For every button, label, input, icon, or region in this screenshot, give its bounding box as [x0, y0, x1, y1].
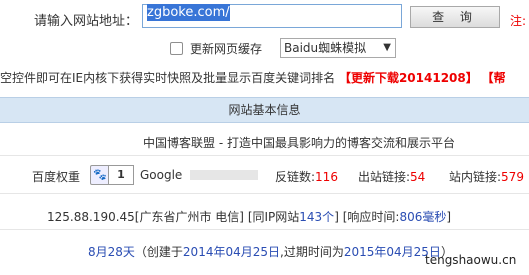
ip-info: 125.88.190.45[广东省广州市 电信] [同IP网站143个] [响应… [47, 208, 451, 225]
watermark: tengshaowu.cn [425, 253, 517, 267]
help-link[interactable]: 【帮 [482, 71, 506, 85]
site-title: 中国博客联盟 - 打造中国最具影响力的博客交流和展示平台 [143, 136, 455, 150]
backlinks: 反链数:116 [275, 168, 338, 185]
google-label: Google [140, 168, 183, 182]
url-input-value: zgboke.com/ [147, 4, 230, 21]
google-pr-bar [190, 170, 258, 180]
section-header: 网站基本信息 [0, 97, 529, 123]
baidu-weight-label: 百度权重 [32, 170, 81, 184]
url-input[interactable]: zgboke.com/ [142, 4, 402, 28]
domain-created-date: 2014年04月25日 [182, 245, 281, 259]
same-ip-count[interactable]: 143个 [299, 210, 334, 224]
response-suffix: ] [446, 210, 452, 224]
ip-address: 125.88.190.45 [47, 210, 135, 224]
query-button[interactable]: 查 询 [410, 6, 500, 28]
domain-created-label: （创建于 [134, 245, 183, 259]
row-divider [0, 155, 529, 156]
spider-select-value: Baidu蜘蛛模拟 [284, 41, 367, 55]
baidu-weight-value: 1 [108, 165, 134, 185]
inlinks-value[interactable]: 579 [501, 170, 524, 184]
outlinks-label: 出站链接: [358, 170, 411, 184]
paw-icon: 🐾 [90, 165, 110, 185]
domain-age: 8月28天（创建于2014年04月25日,过期时间为2015年04月25日） [88, 243, 453, 260]
response-time: 806毫秒 [399, 210, 447, 224]
outlinks: 出站链接:54 [358, 168, 425, 185]
backlinks-label: 反链数: [275, 170, 316, 184]
inlinks: 站内链接:579 [449, 168, 524, 185]
plugin-notice: 空控件即可在IE内核下获得实时快照及批量显示百度关键词排名 【更新下载20141… [0, 69, 506, 86]
same-ip-suffix: ] [334, 210, 339, 224]
row-divider [0, 229, 529, 230]
same-ip-prefix: [同IP网站 [247, 210, 300, 224]
note-label: 注: [510, 14, 527, 28]
outlinks-value[interactable]: 54 [410, 170, 425, 184]
inlinks-label: 站内链接: [449, 170, 502, 184]
plugin-text: 空控件即可在IE内核下获得实时快照及批量显示百度关键词排名 [0, 71, 336, 85]
domain-expires-label: ,过期时间为 [280, 245, 344, 259]
ip-location: [广东省广州市 电信] [134, 210, 244, 224]
row-divider [0, 193, 529, 194]
refresh-cache-label: 更新网页缓存 [190, 42, 263, 56]
refresh-cache-checkbox[interactable] [170, 42, 183, 55]
download-link[interactable]: 【更新下载20141208】 [339, 71, 478, 85]
domain-age-value: 8月28天 [88, 245, 135, 259]
url-label: 请输入网站地址： [34, 14, 139, 29]
backlinks-value[interactable]: 116 [315, 170, 338, 184]
response-prefix: [响应时间: [342, 210, 400, 224]
spider-select[interactable]: Baidu蜘蛛模拟 ▼ [280, 38, 396, 58]
chevron-down-icon: ▼ [383, 42, 391, 53]
